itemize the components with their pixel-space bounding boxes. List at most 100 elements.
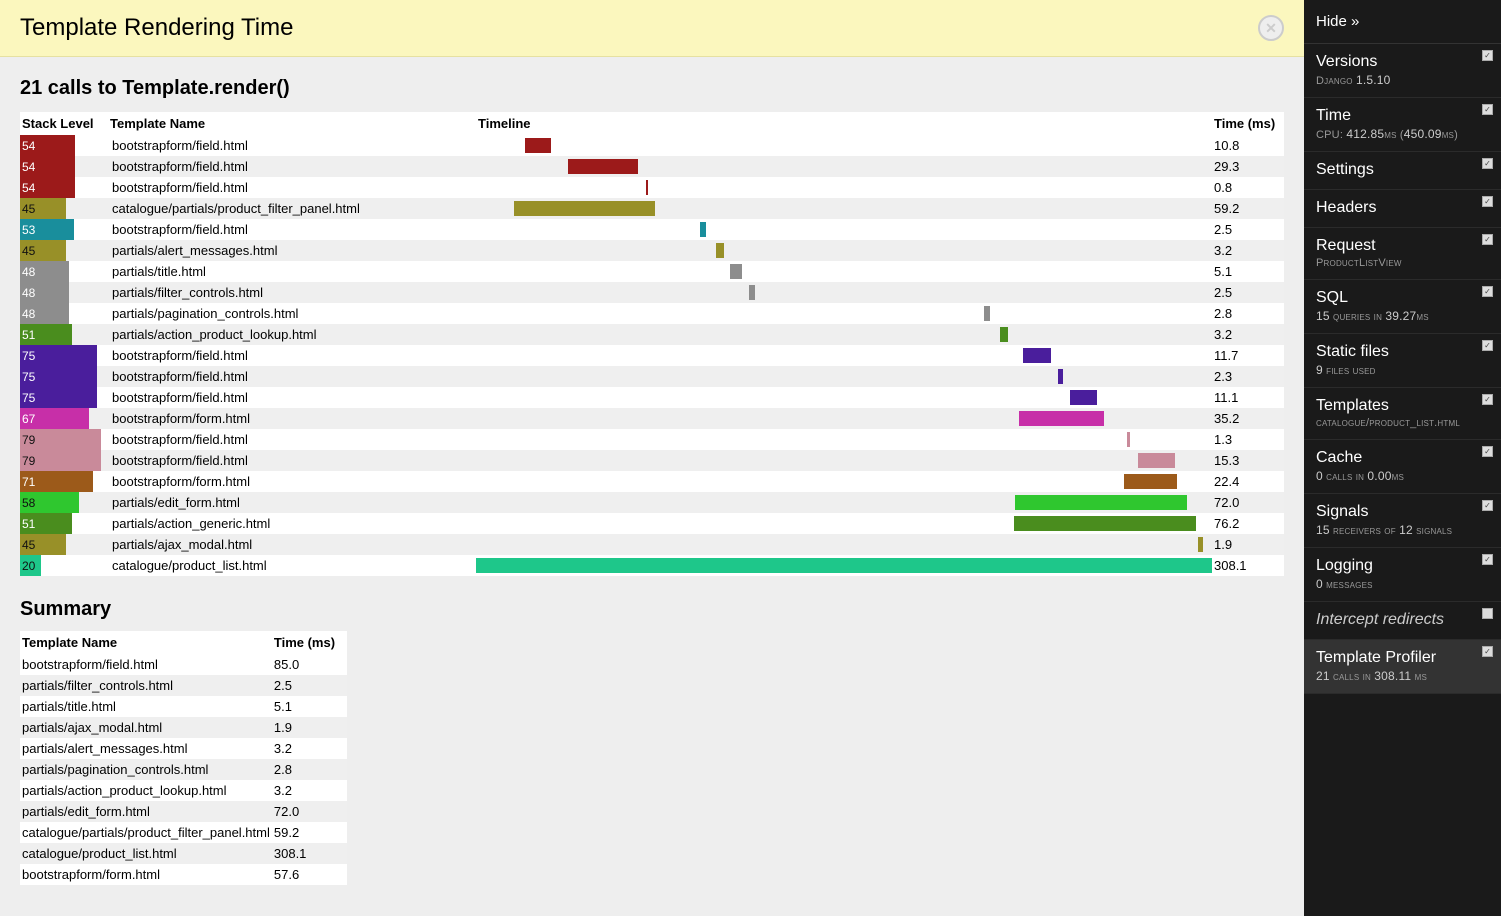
sidebar-item-settings[interactable]: Settings: [1304, 152, 1501, 190]
timeline-bar: [1019, 411, 1103, 426]
stack-level-bar: 54: [20, 156, 75, 177]
template-name-cell: bootstrapform/field.html: [108, 345, 476, 366]
col-time-ms: Time (ms): [1212, 112, 1284, 135]
timeline-cell: [476, 450, 1212, 471]
panel-title: Headers: [1316, 199, 1489, 217]
table-row: 20catalogue/product_list.html308.1: [20, 555, 1284, 576]
summary-time: 3.2: [272, 738, 347, 759]
panel-header: Template Rendering Time ✕: [0, 0, 1304, 57]
timeline-bar: [1058, 369, 1063, 384]
sidebar-item-sql[interactable]: SQL15 queries in 39.27ms: [1304, 280, 1501, 334]
sidebar-item-template-profiler[interactable]: Template Profiler21 calls in 308.11 ms: [1304, 640, 1501, 694]
stack-level-bar: 45: [20, 198, 66, 219]
table-row: 79bootstrapform/field.html15.3: [20, 450, 1284, 471]
stack-level-bar: 20: [20, 555, 41, 576]
table-row: bootstrapform/field.html85.0: [20, 654, 347, 675]
timeline-bar: [568, 159, 638, 174]
sidebar-item-signals[interactable]: Signals15 receivers of 12 signals: [1304, 494, 1501, 548]
panel-subtitle: ProductListView: [1316, 257, 1489, 269]
timeline-bar: [984, 306, 991, 321]
panel-title: Logging: [1316, 557, 1489, 575]
timeline-bar: [1070, 390, 1097, 405]
summary-time: 2.5: [272, 675, 347, 696]
timeline-bar: [1000, 327, 1008, 342]
panel-checkbox[interactable]: [1482, 286, 1493, 297]
timeline-cell: [476, 471, 1212, 492]
summary-table: Template Name Time (ms) bootstrapform/fi…: [20, 631, 347, 885]
summary-time: 57.6: [272, 864, 347, 885]
sidebar-item-logging[interactable]: Logging 0 messages: [1304, 548, 1501, 602]
hide-toolbar-link[interactable]: Hide »: [1316, 13, 1359, 30]
sidebar-item-versions[interactable]: VersionsDjango 1.5.10: [1304, 44, 1501, 98]
template-name-cell: partials/ajax_modal.html: [108, 534, 476, 555]
panel-title: Request: [1316, 237, 1489, 255]
timeline-cell: [476, 219, 1212, 240]
summary-time: 85.0: [272, 654, 347, 675]
table-row: 75bootstrapform/field.html11.1: [20, 387, 1284, 408]
sidebar-item-static-files[interactable]: Static files9 files used: [1304, 334, 1501, 388]
table-row: catalogue/partials/product_filter_panel.…: [20, 822, 347, 843]
time-cell: 2.5: [1212, 219, 1284, 240]
table-row: catalogue/product_list.html308.1: [20, 843, 347, 864]
summary-name: partials/title.html: [20, 696, 272, 717]
panel-title: Cache: [1316, 449, 1489, 467]
panel-checkbox[interactable]: [1482, 608, 1493, 619]
panel-subtitle: 0 messages: [1316, 577, 1489, 591]
stack-level-bar: 45: [20, 240, 66, 261]
panel-checkbox[interactable]: [1482, 50, 1493, 61]
template-name-cell: partials/pagination_controls.html: [108, 303, 476, 324]
sidebar-panels: VersionsDjango 1.5.10TimeCPU: 412.85ms (…: [1304, 44, 1501, 916]
timeline-cell: [476, 156, 1212, 177]
sidebar-item-time[interactable]: TimeCPU: 412.85ms (450.09ms): [1304, 98, 1501, 152]
panel-checkbox[interactable]: [1482, 500, 1493, 511]
panel-title: Settings: [1316, 161, 1489, 179]
panel-checkbox[interactable]: [1482, 340, 1493, 351]
panel-checkbox[interactable]: [1482, 234, 1493, 245]
summary-time: 1.9: [272, 717, 347, 738]
table-row: partials/ajax_modal.html1.9: [20, 717, 347, 738]
panel-checkbox[interactable]: [1482, 446, 1493, 457]
stack-level-bar: 45: [20, 534, 66, 555]
summary-time: 72.0: [272, 801, 347, 822]
close-icon[interactable]: ✕: [1258, 15, 1284, 41]
sidebar-item-templates[interactable]: Templatescatalogue/product_list.html: [1304, 388, 1501, 440]
timeline-cell: [476, 135, 1212, 156]
sidebar-item-headers[interactable]: Headers: [1304, 190, 1501, 228]
table-row: 45partials/alert_messages.html3.2: [20, 240, 1284, 261]
time-cell: 2.5: [1212, 282, 1284, 303]
page-title: Template Rendering Time: [20, 14, 293, 42]
table-row: bootstrapform/form.html57.6: [20, 864, 347, 885]
stack-level-bar: 48: [20, 303, 69, 324]
panel-title: Signals: [1316, 503, 1489, 521]
panel-checkbox[interactable]: [1482, 196, 1493, 207]
calls-table: Stack Level Template Name Timeline Time …: [20, 112, 1284, 576]
sidebar-item-request[interactable]: Request ProductListView: [1304, 228, 1501, 280]
table-row: 48partials/title.html5.1: [20, 261, 1284, 282]
table-row: 67bootstrapform/form.html35.2: [20, 408, 1284, 429]
table-row: 71bootstrapform/form.html22.4: [20, 471, 1284, 492]
summary-title: Summary: [20, 598, 1284, 621]
panel-title: Time: [1316, 107, 1489, 125]
sidebar-item-intercept-redirects[interactable]: Intercept redirects: [1304, 602, 1501, 640]
timeline-bar: [1015, 495, 1187, 510]
stack-level-bar: 53: [20, 219, 74, 240]
panel-checkbox[interactable]: [1482, 394, 1493, 405]
table-row: 79bootstrapform/field.html1.3: [20, 429, 1284, 450]
panel-checkbox[interactable]: [1482, 554, 1493, 565]
panel-checkbox[interactable]: [1482, 104, 1493, 115]
template-name-cell: bootstrapform/field.html: [108, 219, 476, 240]
sidebar-item-cache[interactable]: Cache 0 calls in 0.00ms: [1304, 440, 1501, 494]
summary-time: 308.1: [272, 843, 347, 864]
timeline-bar: [1124, 474, 1178, 489]
template-name-cell: bootstrapform/field.html: [108, 156, 476, 177]
panel-checkbox[interactable]: [1482, 646, 1493, 657]
timeline-cell: [476, 177, 1212, 198]
debug-toolbar-sidebar: Hide » VersionsDjango 1.5.10TimeCPU: 412…: [1304, 0, 1501, 916]
timeline-bar: [749, 285, 755, 300]
panel-subtitle: 0 calls in 0.00ms: [1316, 469, 1489, 483]
time-cell: 2.3: [1212, 366, 1284, 387]
panel-checkbox[interactable]: [1482, 158, 1493, 169]
panel-subtitle: 9 files used: [1316, 363, 1489, 377]
panel-title: Intercept redirects: [1316, 611, 1489, 629]
stack-level-bar: 54: [20, 177, 75, 198]
